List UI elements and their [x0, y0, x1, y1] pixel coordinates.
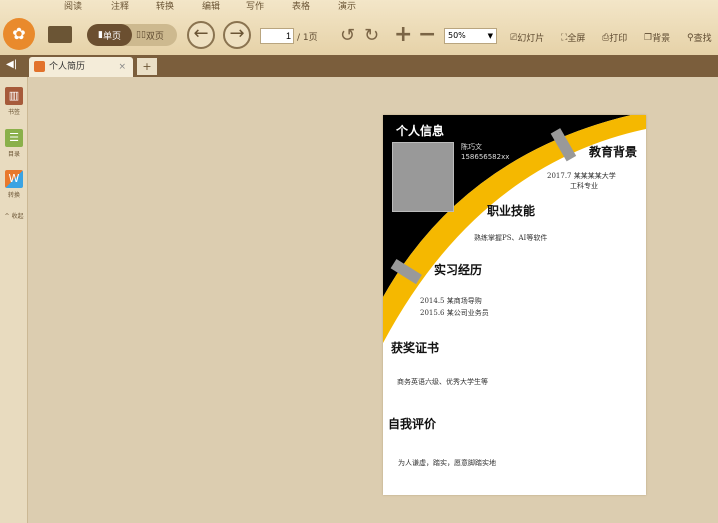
skill-title: 职业技能 — [487, 204, 536, 218]
intern-line-1: 2014.5 某商场导购 — [420, 297, 482, 305]
new-tab-button[interactable]: + — [137, 58, 157, 75]
self-text: 为人谦虚，踏实，愿意脚踏实地 — [398, 459, 496, 467]
resume-page: 个人信息 陈巧文 158656582xx 教育背景 2017.7 某某某某大学 … — [383, 115, 646, 495]
search-icon: ⚲ — [687, 32, 694, 43]
name-text: 陈巧文 — [461, 143, 482, 151]
menu-tab-table[interactable]: 表格 — [276, 0, 326, 15]
info-title: 个人信息 — [396, 124, 445, 138]
edu-title: 教育背景 — [589, 145, 638, 159]
background-icon: ❐ — [644, 32, 653, 43]
double-page-icon: ▯▯ — [136, 30, 146, 40]
single-page-button[interactable]: ▮ 单页 — [87, 24, 132, 46]
close-tab-icon[interactable]: × — [118, 57, 126, 77]
sidebar-collapse[interactable]: ^ 收起 — [2, 211, 26, 220]
app-logo-icon[interactable]: ✿ — [3, 18, 35, 50]
self-title: 自我评价 — [388, 417, 437, 431]
menu-tab-write[interactable]: 写作 — [230, 0, 280, 15]
toc-icon: ☰ — [5, 129, 23, 147]
intern-title: 实习经历 — [434, 263, 483, 277]
prev-page-button[interactable]: ← — [187, 21, 215, 49]
collapse-sidebar-icon[interactable]: ◀| — [6, 59, 17, 70]
menu-tab-edit[interactable]: 编辑 — [186, 0, 236, 15]
next-page-button[interactable]: → — [223, 21, 251, 49]
phone-text: 158656582xx — [461, 153, 510, 161]
skill-text: 熟练掌握PS、AI等软件 — [474, 234, 548, 242]
rotate-left-icon[interactable]: ↺ — [340, 25, 355, 46]
menu-tab-read[interactable]: 阅读 — [48, 0, 98, 15]
edu-line-2: 工科专业 — [570, 182, 598, 190]
pdf-file-icon — [34, 61, 45, 72]
sidebar: ▥ 书签 ☰ 目录 W 转换 ^ 收起 — [0, 77, 28, 523]
bookmark-icon: ▥ — [5, 87, 23, 105]
document-tab[interactable]: 个人简历 × — [29, 57, 133, 77]
print-button[interactable]: ⎙ 打印 — [602, 31, 627, 45]
zoom-select[interactable]: 50% ▼ — [444, 28, 497, 44]
award-text: 商务英语六级、优秀大学生等 — [397, 378, 488, 386]
chevron-down-icon: ▼ — [487, 32, 493, 40]
open-folder-icon[interactable] — [48, 26, 72, 43]
sidebar-convert[interactable]: W 转换 — [3, 170, 25, 199]
edu-line-1: 2017.7 某某某某大学 — [547, 172, 616, 180]
convert-icon: W — [5, 170, 23, 188]
award-title: 获奖证书 — [391, 341, 440, 355]
document-tab-bar: ◀| 个人简历 × + — [0, 55, 718, 77]
page-number-input[interactable] — [260, 28, 294, 44]
menu-tab-annotate[interactable]: 注释 — [95, 0, 145, 15]
zoom-in-icon[interactable]: + — [394, 22, 412, 47]
photo-placeholder — [392, 142, 454, 212]
page-total: / 1页 — [297, 33, 318, 43]
zoom-out-icon[interactable]: − — [418, 22, 436, 47]
search-button[interactable]: ⚲ 查找 — [687, 31, 712, 45]
double-page-button[interactable]: ▯▯ 双页 — [136, 24, 164, 46]
sidebar-bookmark[interactable]: ▥ 书签 — [3, 87, 25, 116]
sidebar-toc[interactable]: ☰ 目录 — [3, 129, 25, 158]
rotate-right-icon[interactable]: ↻ — [364, 25, 379, 46]
toolbar: 阅读 注释 转换 编辑 写作 表格 演示 ✿ ▮单页 ▯▯双页 ← → / 1页… — [0, 0, 718, 55]
fullscreen-button[interactable]: ⛶ 全屏 — [561, 31, 585, 45]
print-icon: ⎙ — [602, 32, 610, 43]
menu-tab-convert[interactable]: 转换 — [140, 0, 190, 15]
background-button[interactable]: ❐ 背景 — [644, 31, 670, 45]
intern-line-2: 2015.6 某公司业务员 — [420, 309, 489, 317]
slideshow-icon: ⎚ — [510, 32, 518, 43]
slideshow-button[interactable]: ⎚ 幻灯片 — [510, 31, 544, 45]
menu-tab-present[interactable]: 演示 — [322, 0, 372, 15]
